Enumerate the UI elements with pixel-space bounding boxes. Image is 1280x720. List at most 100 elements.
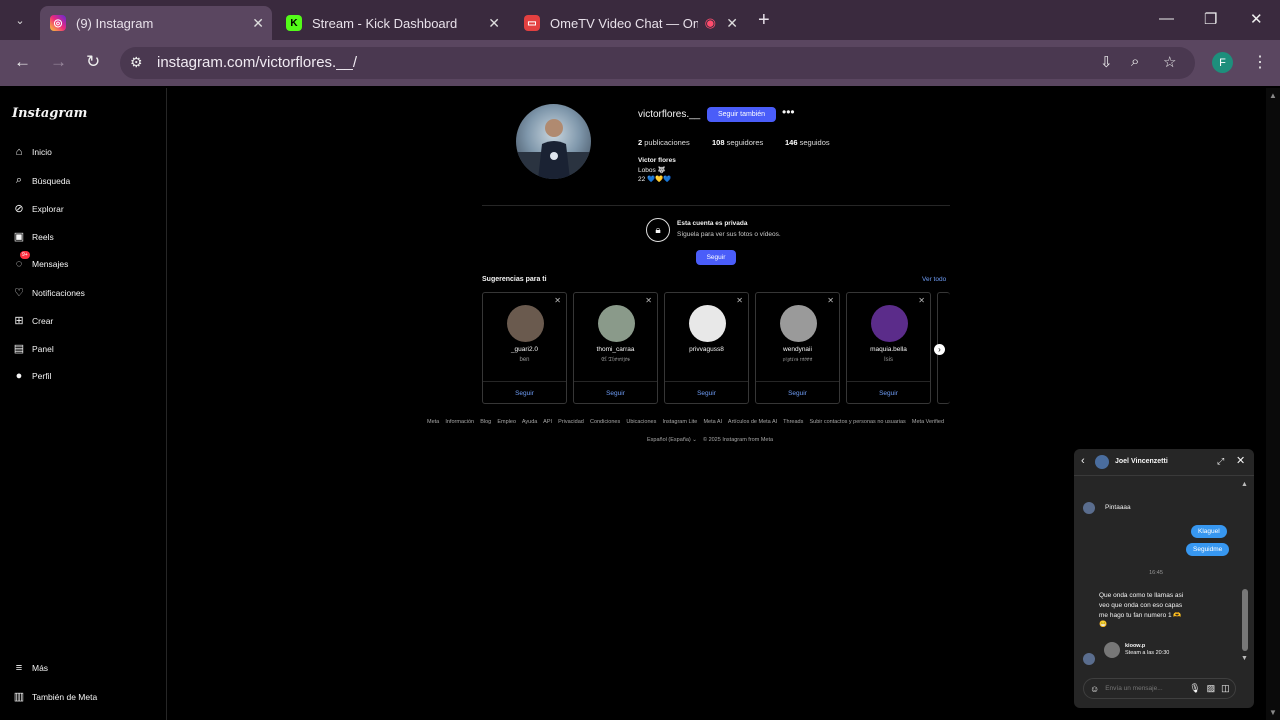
close-icon[interactable]: ✕ <box>1236 454 1245 467</box>
see-all-link[interactable]: Ver todo <box>922 276 946 283</box>
footer-link[interactable]: Ubicaciones <box>626 419 656 425</box>
suggestion-username[interactable]: thomi_carraa <box>574 346 657 353</box>
expand-icon[interactable]: ⤢ <box>1217 456 1224 467</box>
profile-avatar-large[interactable] <box>516 104 591 179</box>
footer-link[interactable]: Subir contactos y personas no usuarias <box>809 419 905 425</box>
restore-icon[interactable]: ❐ <box>1204 10 1217 28</box>
sidebar-item-reels[interactable]: ▣ Reels <box>12 230 54 243</box>
close-icon[interactable]: ✕ <box>252 15 264 32</box>
install-app-icon[interactable]: ⇩ <box>1100 53 1113 71</box>
following-count[interactable]: 146 seguidos <box>785 138 830 147</box>
footer-link[interactable]: Empleo <box>497 419 516 425</box>
footer-link[interactable]: Condiciones <box>590 419 620 425</box>
sidebar-item-explorar[interactable]: ⊘ Explorar <box>12 202 63 215</box>
dismiss-icon[interactable]: ✕ <box>645 296 652 305</box>
suggestion-avatar[interactable] <box>780 305 817 342</box>
suggestion-username[interactable]: maquia.bella <box>847 346 930 353</box>
instagram-logo[interactable]: Instagram <box>12 106 87 121</box>
more-options-icon[interactable]: ••• <box>782 105 795 119</box>
footer-link[interactable]: Meta AI <box>703 419 722 425</box>
suggestion-follow-button[interactable]: Seguir <box>756 390 839 397</box>
sidebar-item-mensajes[interactable]: ◌ 9+ Mensajes <box>12 251 68 270</box>
minimize-icon[interactable]: — <box>1159 10 1174 27</box>
footer-link[interactable]: Blog <box>480 419 491 425</box>
sidebar-item-busqueda[interactable]: ⌕ Búsqueda <box>12 174 70 187</box>
dismiss-icon[interactable]: ✕ <box>554 296 561 305</box>
suggestion-username[interactable]: privvaguss8 <box>665 346 748 353</box>
suggestion-avatar[interactable] <box>689 305 726 342</box>
footer-link[interactable]: Threads <box>783 419 803 425</box>
dashboard-icon: ▤ <box>13 343 25 355</box>
follow-button[interactable]: Seguir <box>696 250 736 265</box>
chat-avatar[interactable] <box>1095 455 1109 469</box>
browser-menu-icon[interactable]: ⋮ <box>1252 52 1268 72</box>
close-icon[interactable]: ✕ <box>488 15 500 32</box>
window-close-icon[interactable]: ✕ <box>1250 10 1263 28</box>
suggestion-follow-button[interactable]: Seguir <box>847 390 930 397</box>
sidebar-item-meta[interactable]: ▥ También de Meta <box>12 690 97 703</box>
suggestion-avatar[interactable] <box>871 305 908 342</box>
plus-square-icon: ⊞ <box>14 315 24 327</box>
suggestion-avatar[interactable] <box>598 305 635 342</box>
footer-link[interactable]: Meta <box>427 419 439 425</box>
chat-scrollbar[interactable] <box>1242 589 1248 651</box>
footer-link[interactable]: Información <box>445 419 474 425</box>
zoom-icon[interactable]: ⌕ <box>1131 53 1139 70</box>
dismiss-icon[interactable]: ✕ <box>918 296 925 305</box>
tab-ometv[interactable]: ▭ OmeTV Video Chat — Ome ◉ ✕ <box>514 6 746 40</box>
footer-link[interactable]: Ayuda <box>522 419 538 425</box>
sidebar-item-inicio[interactable]: ⌂ Inicio <box>12 146 52 158</box>
suggestion-follow-button[interactable]: Seguir <box>574 390 657 397</box>
sticker-icon[interactable]: ◫ <box>1221 683 1230 694</box>
shared-reel-preview[interactable]: kioow.p Steam a las 20:30 <box>1104 640 1174 660</box>
omnibox[interactable]: ⚙ instagram.com/victorflores.__/ ⇩ ⌕ ☆ <box>120 47 1195 79</box>
message-input[interactable] <box>1105 685 1184 692</box>
sidebar-item-mas[interactable]: ≡ Más <box>12 662 48 674</box>
sidebar-item-notificaciones[interactable]: ♡ Notificaciones <box>12 286 85 299</box>
footer-link[interactable]: Artículos de Meta AI <box>728 419 777 425</box>
profile-photo <box>516 119 591 179</box>
page-scrollbar[interactable]: ▲ ▼ <box>1266 88 1280 720</box>
sidebar-item-perfil[interactable]: ● Perfil <box>12 370 52 382</box>
scroll-up-arrow-icon[interactable]: ▲ <box>1241 481 1248 488</box>
scroll-up-arrow-icon[interactable]: ▲ <box>1269 91 1277 100</box>
chevron-right-icon[interactable]: › <box>934 344 945 355</box>
tab-search-chevron-icon[interactable]: ⌄ <box>9 9 31 31</box>
private-account-subtitle: Síguela para ver sus fotos o vídeos. <box>677 231 781 238</box>
sidebar-item-panel[interactable]: ▤ Panel <box>12 342 54 355</box>
followers-count[interactable]: 108 seguidores <box>712 138 763 147</box>
language-selector[interactable]: Español (España) <box>647 437 691 443</box>
scroll-down-arrow-icon[interactable]: ▼ <box>1241 655 1248 662</box>
suggestion-follow-button[interactable]: Seguir <box>483 390 566 397</box>
new-tab-plus-icon[interactable]: + <box>758 9 770 32</box>
reload-icon[interactable]: ↻ <box>86 52 100 72</box>
microphone-icon[interactable]: 🎙︎ <box>1189 683 1200 694</box>
scroll-down-arrow-icon[interactable]: ▼ <box>1269 708 1277 717</box>
url-text[interactable]: instagram.com/victorflores.__/ <box>157 54 357 71</box>
forward-arrow-icon[interactable]: → <box>50 52 67 72</box>
bookmark-star-icon[interactable]: ☆ <box>1163 53 1176 71</box>
dismiss-icon[interactable]: ✕ <box>736 296 743 305</box>
suggestion-avatar[interactable] <box>507 305 544 342</box>
follow-back-button[interactable]: Seguir también <box>707 107 776 122</box>
back-chevron-icon[interactable]: ‹ <box>1081 455 1085 467</box>
emoji-icon[interactable]: ☺ <box>1090 684 1099 694</box>
footer-link[interactable]: API <box>543 419 552 425</box>
dismiss-icon[interactable]: ✕ <box>827 296 834 305</box>
site-settings-icon[interactable]: ⚙ <box>130 54 143 71</box>
footer-link[interactable]: Privacidad <box>558 419 584 425</box>
suggestion-username[interactable]: _guari2.0 <box>483 346 566 353</box>
private-account-title: Esta cuenta es privada <box>677 220 748 227</box>
tab-kick[interactable]: K Stream - Kick Dashboard ✕ <box>276 6 508 40</box>
profile-avatar[interactable]: F <box>1212 52 1233 73</box>
close-icon[interactable]: ✕ <box>726 15 738 32</box>
sidebar-item-crear[interactable]: ⊞ Crear <box>12 314 53 327</box>
suggestion-follow-button[interactable]: Seguir <box>665 390 748 397</box>
footer-link[interactable]: Meta Verified <box>912 419 944 425</box>
suggestion-username[interactable]: wendynaii <box>756 346 839 353</box>
chat-contact-name[interactable]: Joel Vincenzetti <box>1115 458 1168 465</box>
tab-instagram[interactable]: ◎ (9) Instagram ✕ <box>40 6 272 40</box>
back-arrow-icon[interactable]: ← <box>14 52 31 72</box>
footer-link[interactable]: Instagram Lite <box>662 419 697 425</box>
image-icon[interactable]: ▨ <box>1207 683 1216 694</box>
